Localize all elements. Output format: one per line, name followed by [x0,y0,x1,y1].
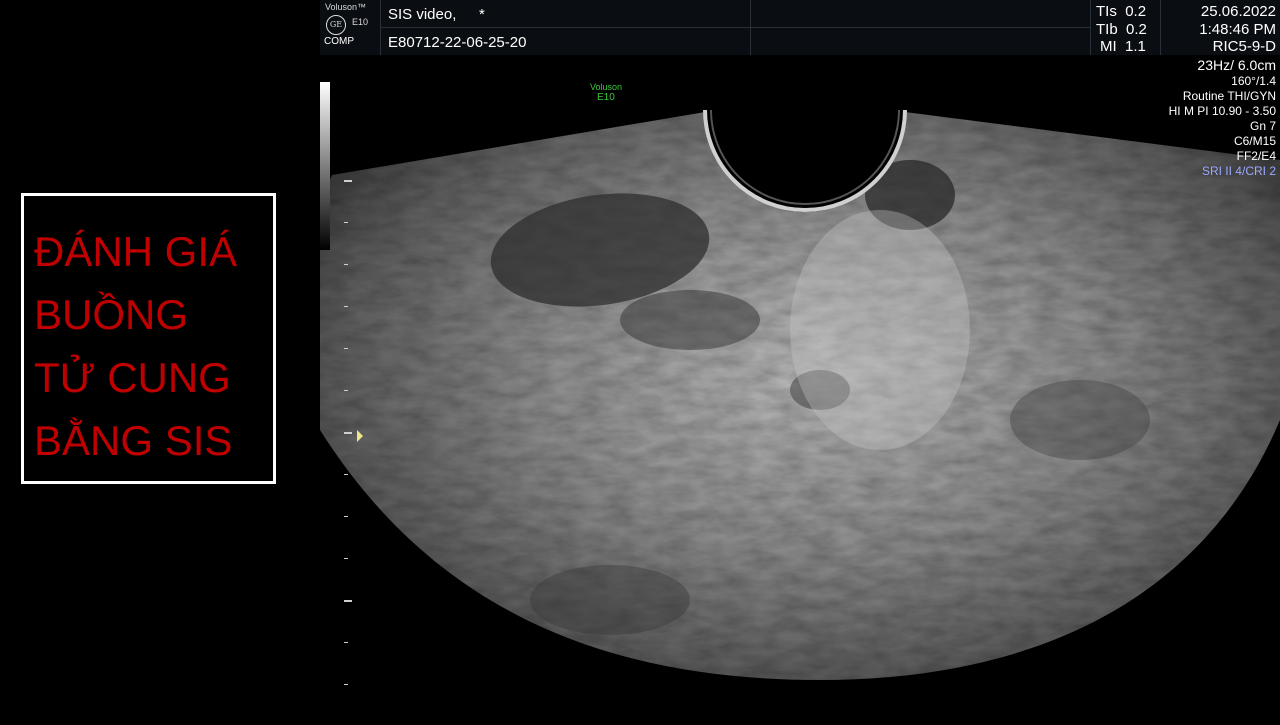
tis-value: 0.2 [1125,3,1147,20]
tib-value: 0.2 [1126,21,1147,38]
tis-label: TIs [1096,3,1117,20]
frame-rate-depth: 23Hz/ 6.0cm [1197,57,1276,73]
param-preset: Routine THI/GYN [1182,89,1276,103]
header-divider [750,0,751,55]
mi-value: 1.1 [1125,38,1146,55]
depth-tick [344,222,348,223]
param-angle: 160°/1.4 [1231,74,1276,88]
param-ffe: FF2/E4 [1236,149,1276,163]
title-line-3: TỬ CUNG [34,354,231,401]
comp-label: COMP [324,36,354,47]
brand-label: Voluson™ [325,2,367,12]
param-cm: C6/M15 [1233,134,1276,148]
header-divider [1160,0,1161,55]
title-line-1: ĐÁNH GIÁ [34,228,238,275]
header-bar: Voluson™ GE E10 COMP SIS video, * E80712… [320,0,1280,55]
depth-tick [344,516,348,517]
depth-tick [344,474,348,475]
depth-tick [344,390,348,391]
ge-logo-text: GE [329,20,343,29]
imaging-parameters: 23Hz/ 6.0cm 160°/1.4 Routine THI/GYN HI … [1169,57,1276,179]
study-id: E80712-22-06-25-20 [388,34,527,51]
study-title: SIS video, [388,6,457,23]
param-harmonic: HI M PI 10.90 - 3.50 [1168,104,1276,118]
index-mi: MI 1.1 [1100,38,1146,56]
title-line-4: BẰNG SIS [34,417,233,464]
depth-tick [344,264,348,265]
tib-label: TIb [1096,21,1118,38]
depth-tick [344,306,348,307]
ultrasound-sector-image [320,82,1280,680]
watermark-model: E10 [597,92,615,103]
header-divider [1090,0,1091,55]
title-box: ĐÁNH GIÁ BUỒNG TỬ CUNG BẰNG SIS [21,193,276,484]
depth-tick [344,642,348,643]
probe-name: RIC5-9-D [1212,38,1276,55]
depth-tick [344,432,352,434]
depth-tick [344,684,348,685]
model-label: E10 [352,17,369,27]
header-row-divider [380,27,1090,28]
mi-label: MI [1100,38,1117,55]
param-gain: Gn 7 [1249,119,1276,133]
title-line-2: BUỒNG [34,291,189,338]
depth-tick [344,600,352,602]
exam-time: 1:48:46 PM [1199,21,1276,38]
index-tib: TIb 0.2 [1096,21,1147,39]
param-sri: SRI II 4/CRI 2 [1201,164,1276,178]
exam-date: 25.06.2022 [1200,3,1276,20]
ge-logo-icon: GE [326,15,346,35]
index-tis: TIs 0.2 [1096,3,1146,21]
depth-tick [344,180,352,182]
watermark-brand: Voluson [590,82,623,92]
depth-tick [344,348,348,349]
depth-tick [344,558,348,559]
ultrasound-image [320,0,1280,720]
study-marker: * [479,6,485,23]
